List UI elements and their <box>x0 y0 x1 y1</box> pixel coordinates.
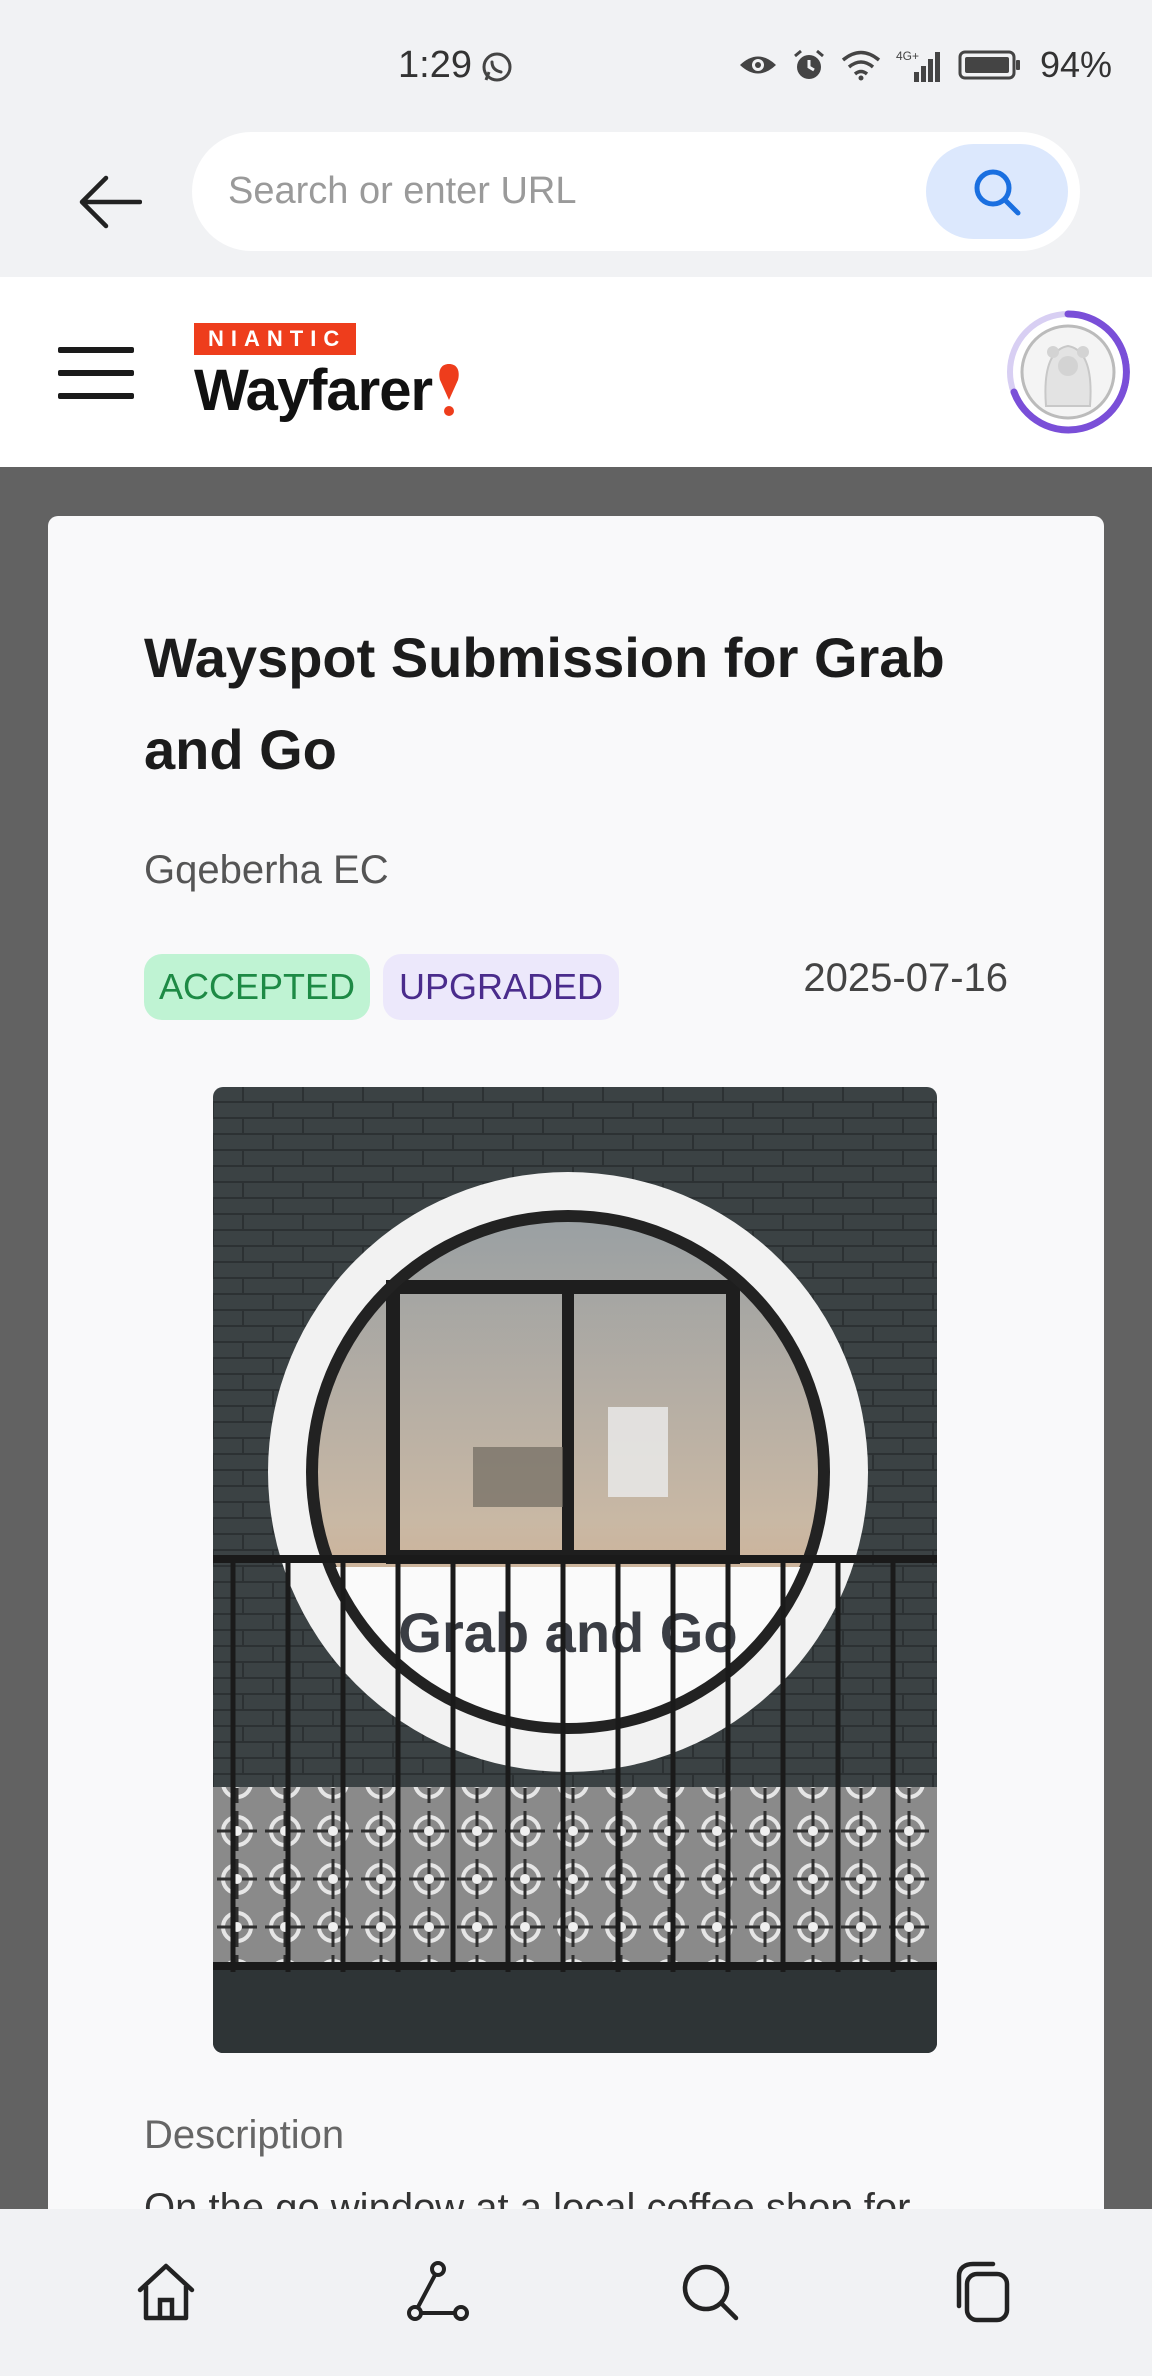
tabs-icon <box>956 2261 1010 2323</box>
location-text: Gqeberha EC <box>144 848 389 892</box>
wayfarer-wordmark: Wayfarer <box>194 357 462 424</box>
battery-percent: 94% <box>1039 44 1112 85</box>
route-icon <box>407 2261 469 2321</box>
signal-icon: 4G+ <box>896 49 940 82</box>
search-icon <box>682 2264 739 2321</box>
bottom-navigation <box>0 2209 1152 2376</box>
arrow-left-icon <box>79 175 142 229</box>
site-header: NIANTIC Wayfarer <box>0 277 1152 467</box>
back-button[interactable] <box>70 162 150 242</box>
browser-toolbar <box>0 132 1152 277</box>
nav-search-button[interactable] <box>675 2257 745 2327</box>
menu-line-icon <box>58 370 134 376</box>
nav-route-button[interactable] <box>403 2257 473 2327</box>
eye-icon <box>739 56 776 74</box>
description-label: Description <box>144 2113 345 2157</box>
home-icon <box>137 2263 195 2321</box>
status-badge-accepted: ACCEPTED <box>144 954 370 1020</box>
status-icons: 4G+ 94% <box>738 44 1112 86</box>
status-badge-upgraded: UPGRADED <box>383 954 619 1020</box>
page-title: Wayspot Submission for Grab and Go <box>144 626 945 781</box>
wayspot-photo[interactable]: Grab and Go <box>213 1087 937 2053</box>
status-bar: 1:29 4G+ 94% <box>0 0 1152 132</box>
niantic-badge: NIANTIC <box>194 323 357 355</box>
hamburger-menu-button[interactable] <box>58 347 134 399</box>
wifi-icon <box>841 50 881 81</box>
submission-card: Wayspot Submission for Grab and Go Gqebe… <box>48 516 1104 2209</box>
nav-home-button[interactable] <box>131 2257 201 2327</box>
description-text: On the go window at a local coffee shop … <box>144 2186 911 2209</box>
menu-line-icon <box>58 393 134 399</box>
battery-icon <box>958 50 1020 80</box>
url-input[interactable] <box>228 132 868 251</box>
search-icon <box>974 169 1021 215</box>
status-time: 1:29 <box>398 44 472 86</box>
network-label: 4G+ <box>896 49 919 63</box>
menu-line-icon <box>58 347 134 353</box>
nav-tabs-button[interactable] <box>948 2257 1018 2327</box>
location-pin-icon <box>439 364 459 416</box>
search-button[interactable] <box>926 144 1068 239</box>
submission-date: 2025-07-16 <box>803 956 1008 1000</box>
page-background: Wayspot Submission for Grab and Go Gqebe… <box>0 467 1152 2209</box>
wayfarer-logo[interactable]: NIANTIC Wayfarer <box>194 323 462 424</box>
alarm-icon <box>793 49 824 79</box>
whatsapp-icon <box>482 52 512 82</box>
photo-sign-text: Grab and Go <box>398 1601 737 1664</box>
url-bar[interactable] <box>192 132 1080 251</box>
user-avatar[interactable] <box>1006 310 1130 434</box>
